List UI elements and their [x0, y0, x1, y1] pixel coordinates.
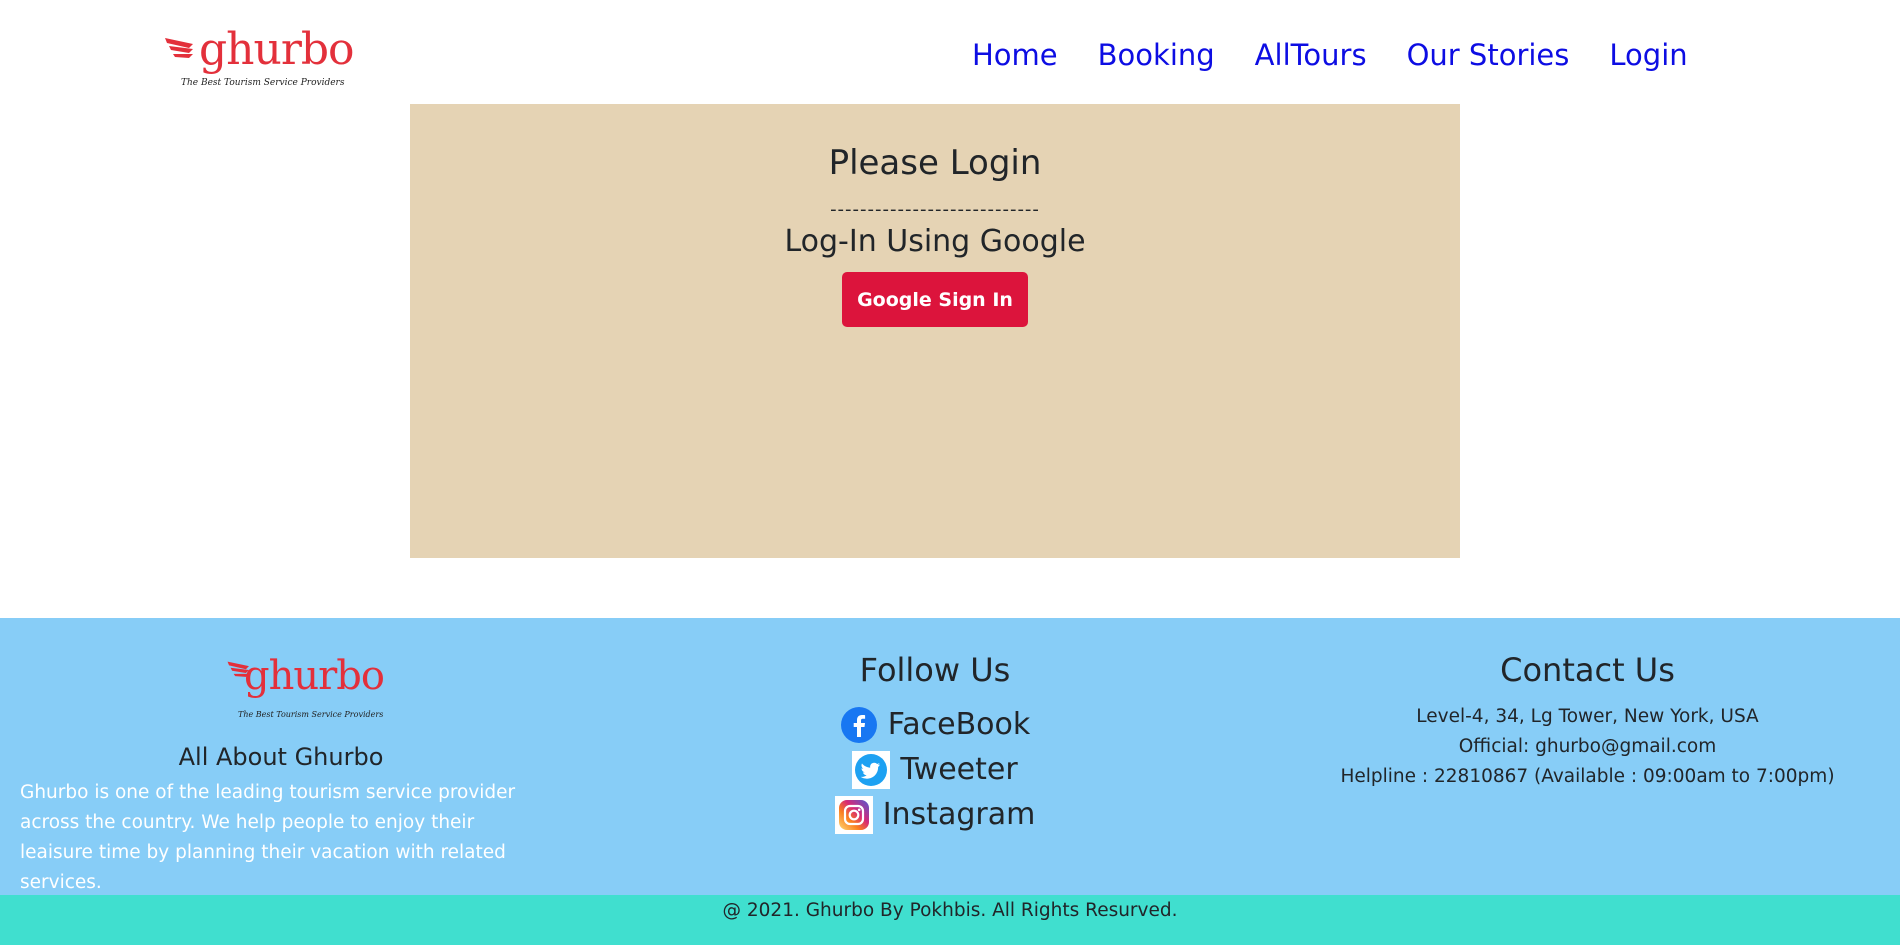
- instagram-link[interactable]: Instagram: [620, 792, 1250, 837]
- about-text: Ghurbo is one of the leading tourism ser…: [20, 782, 516, 893]
- nav-booking[interactable]: Booking: [1098, 34, 1215, 76]
- wing-icon: [165, 38, 193, 58]
- copyright-text: @ 2021. Ghurbo By Pokhbis. All Rights Re…: [722, 900, 1178, 921]
- footer-logo: ghurbo The Best Tourism Service Provider…: [226, 652, 385, 732]
- footer-follow: Follow Us FaceBook Tweeter Instagram: [620, 618, 1250, 837]
- contact-heading: Contact Us: [1500, 651, 1675, 689]
- facebook-label: FaceBook: [887, 706, 1031, 742]
- instagram-icon: [834, 795, 873, 834]
- divider: ----------------------------: [830, 199, 1040, 220]
- twitter-icon: [852, 750, 891, 789]
- footer-contact: Contact Us Level-4, 34, Lg Tower, New Yo…: [1300, 618, 1875, 792]
- facebook-link[interactable]: FaceBook: [620, 702, 1250, 747]
- logo-wordmark: ghurbo: [199, 24, 355, 75]
- twitter-label: Tweeter: [900, 751, 1018, 787]
- follow-heading: Follow Us: [859, 651, 1011, 689]
- contact-address: Level-4, 34, Lg Tower, New York, USA: [1416, 706, 1759, 727]
- footer-about: ghurbo The Best Tourism Service Provider…: [0, 618, 562, 898]
- logo-tagline: The Best Tourism Service Providers: [181, 78, 345, 88]
- brand-logo[interactable]: ghurbo The Best Tourism Service Provider…: [163, 26, 355, 92]
- instagram-label: Instagram: [882, 796, 1036, 832]
- logo-wordmark: ghurbo: [244, 653, 385, 699]
- site-footer: ghurbo The Best Tourism Service Provider…: [0, 618, 1900, 895]
- facebook-icon: [840, 706, 877, 743]
- login-title: Please Login: [828, 143, 1042, 183]
- login-subtitle: Log-In Using Google: [784, 224, 1086, 259]
- contact-email: Official: ghurbo@gmail.com: [1458, 736, 1717, 757]
- login-panel: Please Login ---------------------------…: [410, 104, 1460, 558]
- nav-home[interactable]: Home: [972, 34, 1058, 76]
- about-heading: All About Ghurbo: [178, 743, 384, 771]
- nav-login[interactable]: Login: [1609, 34, 1687, 76]
- twitter-link[interactable]: Tweeter: [620, 747, 1250, 792]
- site-header: ghurbo The Best Tourism Service Provider…: [0, 0, 1900, 104]
- main-nav: Home Booking AllTours Our Stories Login: [972, 34, 1688, 76]
- nav-our-stories[interactable]: Our Stories: [1407, 34, 1570, 76]
- google-sign-in-button[interactable]: Google Sign In: [842, 272, 1028, 327]
- copyright-bar: @ 2021. Ghurbo By Pokhbis. All Rights Re…: [0, 895, 1900, 945]
- contact-helpline: Helpline : 22810867 (Available : 09:00am…: [1340, 766, 1835, 787]
- nav-alltours[interactable]: AllTours: [1255, 34, 1367, 76]
- logo-tagline: The Best Tourism Service Providers: [238, 710, 384, 719]
